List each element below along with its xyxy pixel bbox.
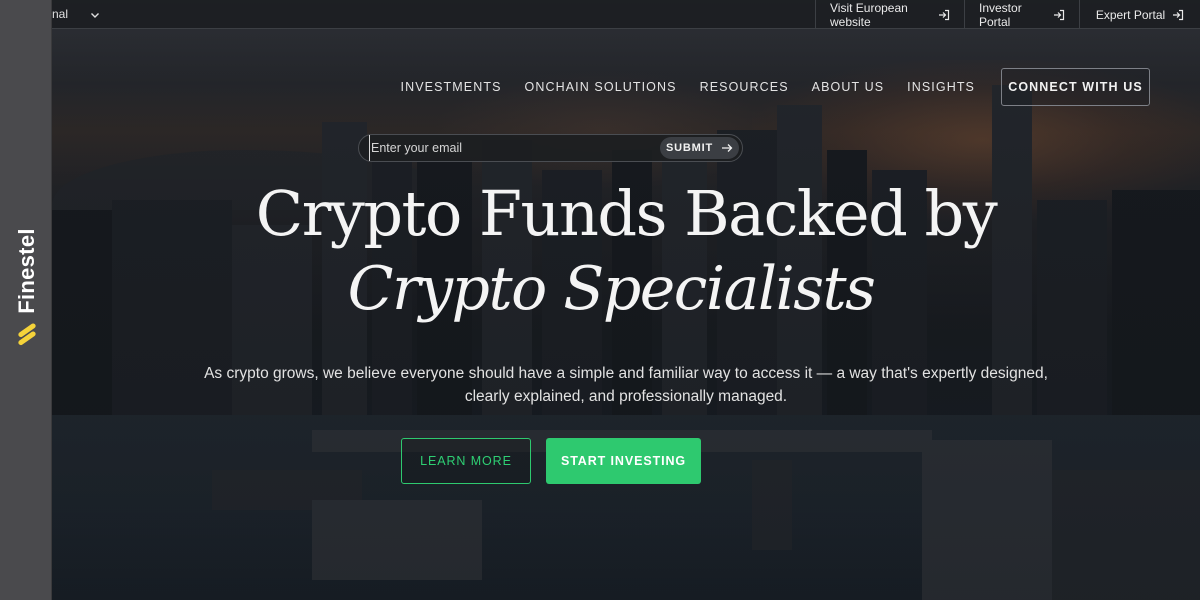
- arrow-right-icon: [721, 143, 733, 153]
- finestel-logo-icon: [16, 322, 38, 348]
- hero-title-line2: Crypto Specialists: [347, 254, 876, 324]
- util-link-label: Investor Portal: [979, 0, 1022, 29]
- brand-lockup[interactable]: Finestel: [14, 228, 40, 348]
- connect-with-us-button[interactable]: CONNECT WITH US: [1001, 68, 1150, 106]
- hero-subtitle: As crypto grows, we believe everyone sho…: [52, 362, 1200, 408]
- submit-button[interactable]: SUBMIT: [660, 137, 739, 159]
- region-selector[interactable]: nal: [52, 7, 100, 21]
- external-link-icon: [938, 9, 950, 21]
- hero-title: Crypto Funds Backed by Crypto Specialist…: [52, 178, 1200, 328]
- hero-title-line1: Crypto Funds Backed by: [255, 177, 998, 250]
- nav-item-investments[interactable]: INVESTMENTS: [401, 80, 502, 94]
- top-utility-bar: nal Visit European website Investor Port…: [52, 0, 1200, 29]
- nav-item-onchain-solutions[interactable]: ONCHAIN SOLUTIONS: [525, 80, 677, 94]
- util-link-label: Expert Portal: [1095, 7, 1166, 22]
- external-link-icon: [1053, 9, 1065, 21]
- main-navigation: INVESTMENTS ONCHAIN SOLUTIONS RESOURCES …: [401, 68, 1150, 106]
- hero-subtitle-line2: clearly explained, and professionally ma…: [464, 388, 788, 405]
- email-input[interactable]: [369, 135, 660, 161]
- nav-item-insights[interactable]: INSIGHTS: [907, 80, 975, 94]
- learn-more-button[interactable]: LEARN MORE: [401, 438, 531, 484]
- hero-subtitle-line1: As crypto grows, we believe everyone sho…: [204, 365, 1048, 382]
- nav-item-about-us[interactable]: ABOUT US: [812, 80, 884, 94]
- visit-european-website-link[interactable]: Visit European website: [815, 0, 964, 29]
- hero-cta-row: LEARN MORE START INVESTING: [401, 438, 701, 484]
- external-link-icon: [1172, 9, 1184, 21]
- investor-portal-link[interactable]: Investor Portal: [964, 0, 1079, 29]
- expert-portal-link[interactable]: Expert Portal: [1079, 0, 1200, 29]
- email-subscribe-form: SUBMIT: [358, 134, 743, 162]
- start-investing-button[interactable]: START INVESTING: [546, 438, 701, 484]
- brand-sidebar: Finestel: [0, 0, 52, 600]
- nav-item-resources[interactable]: RESOURCES: [700, 80, 789, 94]
- brand-name: Finestel: [14, 228, 39, 314]
- chevron-down-icon: [90, 9, 100, 19]
- region-label: nal: [52, 7, 69, 21]
- submit-button-label: SUBMIT: [666, 142, 713, 154]
- util-link-label: Visit European website: [830, 0, 908, 29]
